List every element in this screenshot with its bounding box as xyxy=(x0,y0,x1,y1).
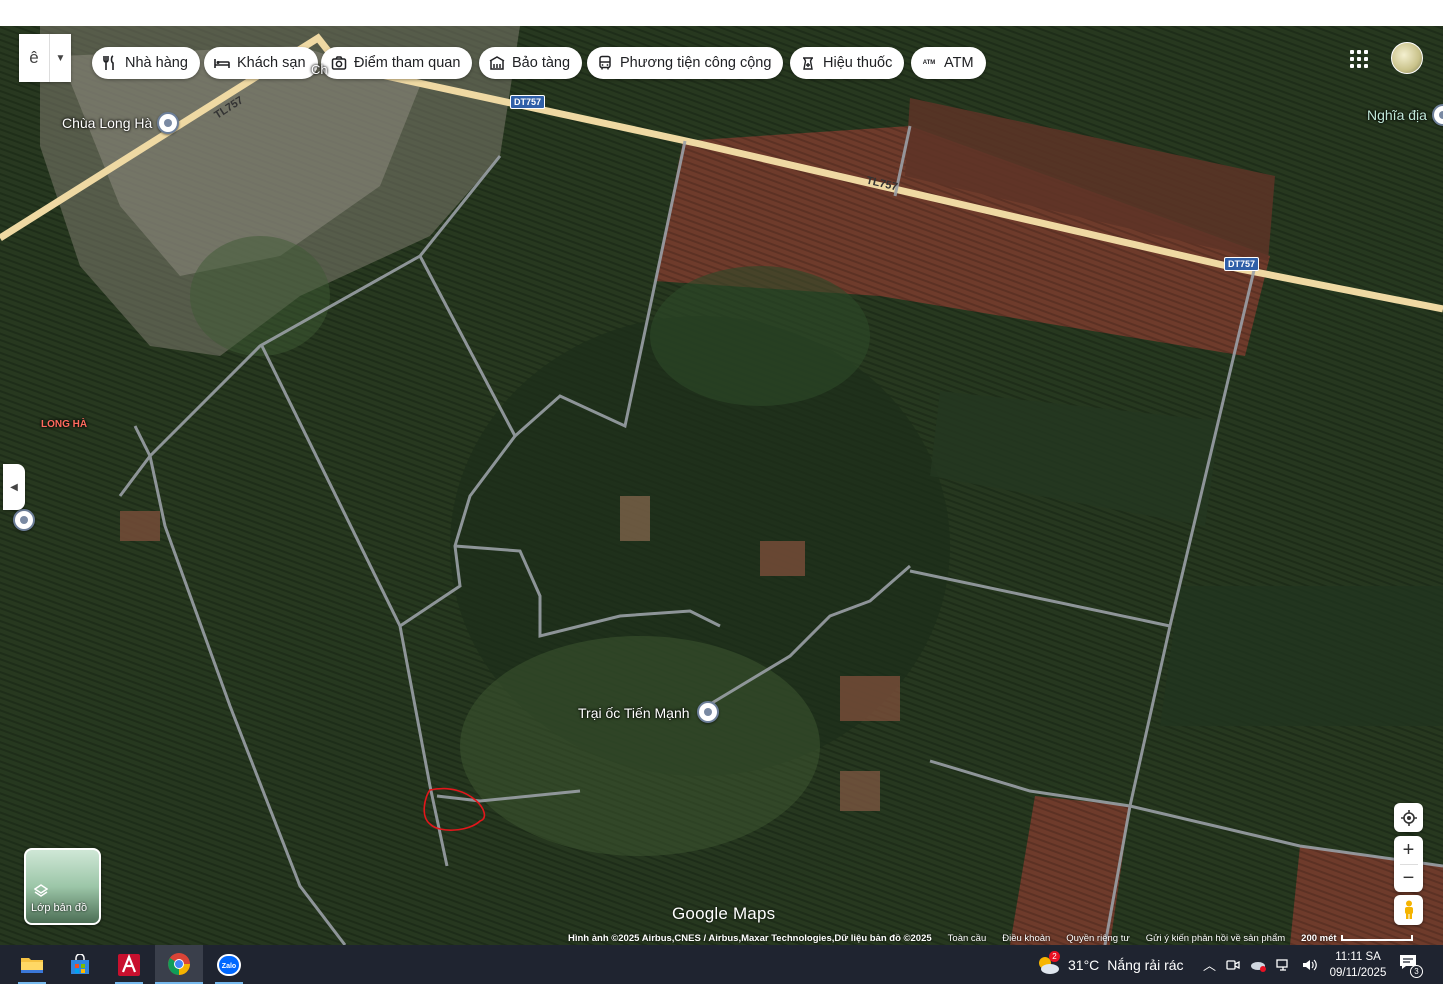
zoom-out-button[interactable]: − xyxy=(1403,865,1415,892)
chrome-icon xyxy=(168,952,190,975)
taskbar-zalo[interactable]: Zalo xyxy=(205,945,253,984)
chip-label: Nhà hàng xyxy=(125,55,188,71)
terms-link[interactable]: Điều khoản xyxy=(1002,933,1050,944)
meet-now-icon[interactable] xyxy=(1226,958,1240,972)
clock-date: 09/11/2025 xyxy=(1329,967,1387,979)
browser-top-strip xyxy=(0,0,1443,26)
chip-label: Hiệu thuốc xyxy=(823,55,893,71)
chip-atm[interactable]: ATM ATM xyxy=(911,47,986,79)
search-box-collapsed[interactable]: ê ▼ xyxy=(19,34,71,82)
attribution-bar: Hình ảnh ©2025 Airbus,CNES / Airbus,Maxa… xyxy=(568,931,1413,945)
volume-icon[interactable] xyxy=(1302,958,1318,972)
onedrive-icon[interactable] xyxy=(1250,958,1267,972)
my-location-button[interactable] xyxy=(1394,803,1423,832)
network-icon[interactable] xyxy=(1276,958,1292,972)
layers-icon xyxy=(34,884,48,897)
taskbar-autocad[interactable] xyxy=(105,945,153,984)
pharmacy-icon xyxy=(800,55,816,71)
chip-pharmacy[interactable]: Hiệu thuốc xyxy=(790,47,905,79)
chip-museums[interactable]: Bảo tàng xyxy=(479,47,583,79)
street-view-pegman[interactable] xyxy=(1394,895,1423,925)
privacy-link[interactable]: Quyền riêng tư xyxy=(1066,933,1129,944)
zoom-control: + − xyxy=(1394,836,1423,892)
google-apps-icon[interactable] xyxy=(1346,46,1372,72)
weather-desc: Nắng rải rác xyxy=(1107,956,1184,973)
autocad-icon xyxy=(118,953,140,976)
zoom-in-button[interactable]: + xyxy=(1403,836,1415,864)
weather-widget[interactable]: 2 31°C Nắng rải rác xyxy=(1036,945,1184,984)
camera-icon xyxy=(331,55,347,71)
place-pin-icon[interactable] xyxy=(13,509,35,531)
layers-button[interactable]: Lớp bản đồ xyxy=(24,848,101,925)
map-label-pagoda[interactable]: Chùa Long Hà xyxy=(62,115,152,131)
weather-temp: 31°C xyxy=(1068,956,1100,973)
taskbar-clock[interactable]: 11:11 SA 09/11/2025 xyxy=(1318,949,1398,981)
farm-pin-icon[interactable] xyxy=(697,701,719,723)
chevron-up-icon[interactable]: ︿ xyxy=(1203,955,1216,974)
hotel-bed-icon xyxy=(214,55,230,71)
chip-label: Khách sạn xyxy=(237,55,306,71)
museum-icon xyxy=(489,55,505,71)
map-label-farm[interactable]: Trại ốc Tiến Mạnh xyxy=(578,705,690,721)
map-label-cemetery[interactable]: Nghĩa địa xyxy=(1367,107,1427,123)
layers-label: Lớp bản đồ xyxy=(31,902,88,914)
pegman-icon xyxy=(1404,900,1413,919)
crosshair-icon xyxy=(1400,809,1417,826)
map-imagery xyxy=(0,26,1443,945)
store-icon xyxy=(71,953,89,974)
search-box-text: ê xyxy=(29,48,39,67)
collapse-side-panel-button[interactable]: ◀ xyxy=(3,464,25,510)
taskbar-chrome[interactable] xyxy=(155,945,203,984)
zalo-icon: Zalo xyxy=(217,953,241,976)
imagery-credit: Hình ảnh ©2025 Airbus,CNES / Airbus,Maxa… xyxy=(568,932,932,944)
map-label-commune: LONG HÀ xyxy=(41,419,88,430)
chevron-down-icon[interactable]: ▼ xyxy=(49,34,71,82)
folder-icon xyxy=(21,957,43,973)
notification-count: 3 xyxy=(1410,965,1423,978)
chip-restaurants[interactable]: Nhà hàng xyxy=(92,47,200,79)
chip-label: ATM xyxy=(944,55,974,71)
map-label-partial: Ch xyxy=(311,62,328,77)
chip-hotels[interactable]: Khách sạn xyxy=(204,47,318,79)
account-avatar[interactable] xyxy=(1391,42,1423,74)
chip-label: Điểm tham quan xyxy=(354,55,461,71)
atm-icon: ATM xyxy=(922,60,936,66)
windows-taskbar: Zalo 2 31°C Nắng rải rác ︿ 11:11 SA 09/1… xyxy=(0,945,1443,984)
chip-label: Phương tiện công cộng xyxy=(620,55,772,71)
pagoda-pin-icon[interactable] xyxy=(157,112,179,134)
svg-text:Zalo: Zalo xyxy=(222,963,236,970)
road-shield-dt757: DT757 xyxy=(510,95,546,109)
weather-sun-cloud-icon: 2 xyxy=(1036,950,1060,977)
feedback-link[interactable]: Gửi ý kiến phản hồi về sản phẩm xyxy=(1146,933,1285,944)
taskbar-file-explorer[interactable] xyxy=(8,945,56,984)
bus-icon xyxy=(597,55,613,71)
chip-attractions[interactable]: Điểm tham quan xyxy=(321,47,473,79)
google-maps-logo: Google Maps xyxy=(672,904,776,923)
global-link[interactable]: Toàn cầu xyxy=(948,933,987,944)
system-tray: ︿ xyxy=(1203,945,1318,984)
chip-label: Bảo tàng xyxy=(512,55,571,71)
road-shield-dt757: DT757 xyxy=(1224,257,1260,271)
satellite-map[interactable]: ê ▼ Nhà hàng Khách sạn Điểm tham quan Bả… xyxy=(0,26,1443,945)
clock-time: 11:11 SA xyxy=(1335,951,1381,963)
notification-center-button[interactable]: 3 xyxy=(1398,953,1424,978)
scale-indicator[interactable]: 200 mét xyxy=(1301,932,1413,944)
weather-badge: 2 xyxy=(1049,950,1060,962)
chip-transit[interactable]: Phương tiện công cộng xyxy=(587,47,784,79)
scale-label: 200 mét xyxy=(1301,932,1337,944)
taskbar-store[interactable] xyxy=(56,945,104,984)
restaurant-icon xyxy=(102,55,118,71)
